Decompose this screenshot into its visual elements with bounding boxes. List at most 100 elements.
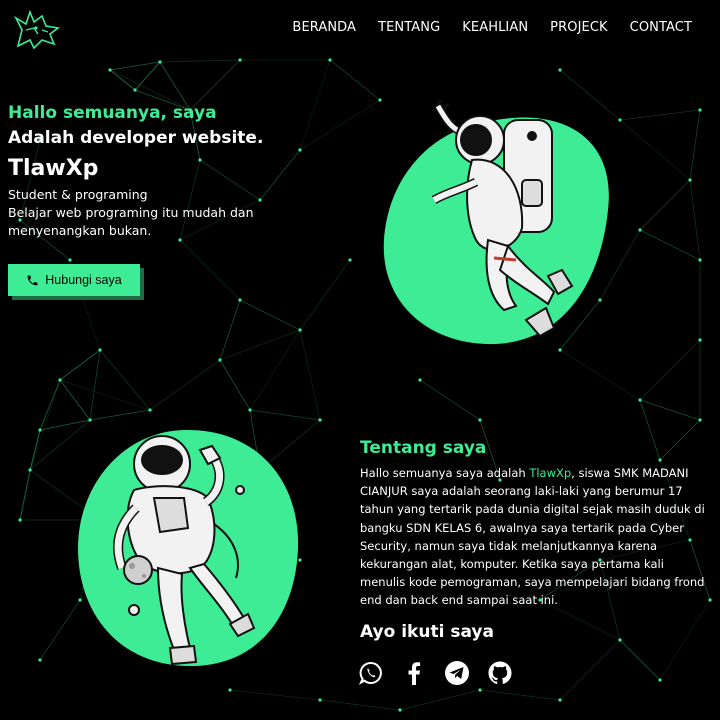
network-node: [108, 68, 112, 72]
network-line: [559, 349, 641, 401]
network-line: [99, 349, 151, 411]
network-node: [418, 378, 422, 382]
network-node: [638, 398, 642, 402]
network-line: [639, 179, 691, 231]
network-line: [249, 409, 321, 421]
network-node: [158, 60, 162, 64]
network-line: [59, 379, 151, 411]
network-line: [619, 639, 661, 681]
nav-projeck[interactable]: PROJECK: [550, 20, 607, 35]
network-line: [19, 469, 31, 521]
hero-desc-line2: menyenangkan bukan.: [8, 223, 152, 238]
whatsapp-icon[interactable]: [358, 660, 384, 686]
about-name-highlight: TlawXp: [529, 466, 572, 480]
network-node: [298, 148, 302, 152]
network-node: [688, 178, 692, 182]
network-node: [478, 418, 482, 422]
network-node: [348, 258, 352, 262]
network-line: [239, 299, 301, 331]
network-line: [619, 109, 701, 121]
network-line: [59, 349, 101, 381]
about-text-start: Hallo semuanya saya adalah: [360, 466, 530, 480]
network-node: [638, 228, 642, 232]
network-node: [133, 88, 137, 92]
about-paragraph: Hallo semuanya saya adalah TlawXp, siswa…: [360, 464, 710, 610]
social-links: [358, 660, 513, 686]
network-node: [618, 118, 622, 122]
network-node: [698, 418, 702, 422]
network-line: [299, 329, 321, 421]
network-line: [219, 299, 241, 361]
network-line: [659, 599, 711, 681]
network-node: [318, 698, 322, 702]
network-node: [558, 698, 562, 702]
network-line: [179, 239, 241, 301]
network-line: [249, 329, 301, 411]
network-line: [219, 359, 251, 411]
astronaut-floating-illustration: [383, 100, 609, 345]
wolf-logo[interactable]: [12, 6, 62, 52]
network-node: [698, 338, 702, 342]
network-node: [328, 58, 332, 62]
phone-icon: [27, 275, 38, 285]
network-node: [298, 328, 302, 332]
hero-role: Student & programing: [8, 187, 148, 202]
nav-keahlian[interactable]: KEAHLIAN: [462, 20, 528, 35]
network-node: [88, 418, 92, 422]
network-node: [618, 638, 622, 642]
network-line: [159, 59, 241, 63]
network-line: [219, 329, 301, 361]
network-line: [559, 639, 621, 701]
hero-greeting: Hallo semuanya, saya: [8, 103, 217, 123]
hero-desc-line1: Belajar web programing itu mudah dan: [8, 205, 254, 220]
network-line: [89, 349, 101, 421]
network-line: [299, 59, 331, 151]
network-line: [149, 359, 221, 411]
network-node: [558, 348, 562, 352]
network-node: [658, 678, 662, 682]
network-line: [689, 179, 701, 261]
network-node: [58, 378, 62, 382]
network-node: [38, 428, 42, 432]
network-node: [698, 258, 702, 262]
nav-tentang[interactable]: TENTANG: [378, 20, 440, 35]
network-node: [318, 418, 322, 422]
network-node: [698, 108, 702, 112]
network-node: [238, 298, 242, 302]
network-node: [28, 468, 32, 472]
facebook-icon[interactable]: [401, 660, 427, 686]
network-line: [229, 689, 321, 701]
network-node: [18, 518, 22, 522]
network-node: [398, 708, 402, 712]
network-line: [39, 379, 61, 431]
network-line: [619, 119, 691, 181]
network-node: [238, 58, 242, 62]
network-line: [299, 99, 381, 151]
network-node: [98, 348, 102, 352]
network-node: [38, 658, 42, 662]
network-node: [478, 688, 482, 692]
network-line: [109, 61, 161, 71]
network-node: [558, 68, 562, 72]
nav-beranda[interactable]: BERANDA: [292, 20, 356, 35]
about-section: Tentang saya Hallo semuanya saya adalah …: [360, 438, 710, 610]
network-line: [639, 399, 701, 421]
follow-title: Ayo ikuti saya: [360, 622, 494, 642]
about-text-rest: , siswa SMK MADANI CIANJUR saya adalah s…: [360, 466, 705, 608]
network-line: [109, 69, 136, 91]
network-line: [419, 379, 481, 421]
about-title: Tentang saya: [360, 438, 487, 458]
telegram-icon[interactable]: [444, 660, 470, 686]
network-line: [319, 699, 401, 711]
network-line: [639, 339, 701, 401]
astronaut-space-illustration: [78, 429, 299, 667]
nav-contact[interactable]: CONTACT: [630, 20, 692, 35]
network-line: [639, 229, 701, 261]
github-icon[interactable]: [487, 660, 513, 686]
network-line: [299, 259, 351, 331]
hero-name: TlawXp: [8, 156, 99, 181]
contact-button[interactable]: Hubungi saya: [8, 264, 140, 296]
network-line: [479, 689, 561, 701]
network-line: [134, 61, 161, 91]
contact-button-label: Hubungi saya: [45, 273, 122, 287]
